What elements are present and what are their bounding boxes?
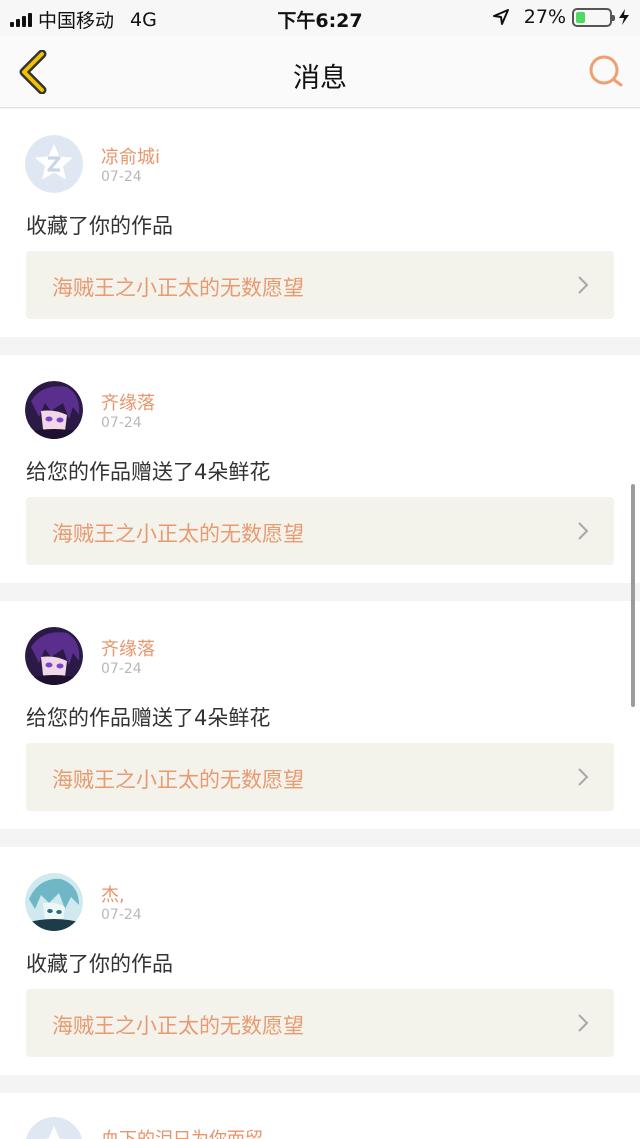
avatar[interactable] <box>25 627 83 685</box>
message-card: 齐缘落 07-24 给您的作品赠送了4朵鲜花 海贼王之小正太的无数愿望 <box>0 601 640 829</box>
status-bar: 中国移动 4G 下午6:27 27% <box>0 0 640 36</box>
default-avatar-icon <box>25 135 83 193</box>
chevron-right-icon <box>578 522 589 540</box>
work-title: 海贼王之小正太的无数愿望 <box>52 276 304 300</box>
message-text: 给您的作品赠送了4朵鲜花 <box>26 460 271 484</box>
username[interactable]: 杰, <box>101 881 125 907</box>
message-card: 血下的泪只为你而留 <box>0 1093 640 1139</box>
anime-avatar-icon <box>25 381 83 439</box>
anime-avatar-icon <box>25 627 83 685</box>
page-title: 消息 <box>293 63 347 94</box>
avatar[interactable] <box>25 1117 83 1139</box>
message-card: 凉俞城i 07-24 收藏了你的作品 海贼王之小正太的无数愿望 <box>0 109 640 337</box>
work-link[interactable]: 海贼王之小正太的无数愿望 <box>26 743 614 811</box>
battery-percent: 27% <box>523 6 566 28</box>
work-link[interactable]: 海贼王之小正太的无数愿望 <box>26 989 614 1057</box>
message-date: 07-24 <box>101 907 142 923</box>
username[interactable]: 血下的泪只为你而留 <box>101 1125 263 1139</box>
default-avatar-icon <box>25 1117 83 1139</box>
scrollbar[interactable] <box>631 484 635 707</box>
message-card: 齐缘落 07-24 给您的作品赠送了4朵鲜花 海贼王之小正太的无数愿望 <box>0 355 640 583</box>
chevron-right-icon <box>578 1014 589 1032</box>
message-text: 收藏了你的作品 <box>26 214 173 238</box>
location-arrow-icon <box>492 9 509 25</box>
message-card: 杰, 07-24 收藏了你的作品 海贼王之小正太的无数愿望 <box>0 847 640 1075</box>
message-text: 给您的作品赠送了4朵鲜花 <box>26 706 271 730</box>
search-icon[interactable] <box>586 52 626 92</box>
username[interactable]: 齐缘落 <box>101 389 155 415</box>
avatar[interactable] <box>25 135 83 193</box>
username[interactable]: 凉俞城i <box>101 143 160 169</box>
message-text: 收藏了你的作品 <box>26 952 173 976</box>
work-title: 海贼王之小正太的无数愿望 <box>52 1014 304 1038</box>
work-link[interactable]: 海贼王之小正太的无数愿望 <box>26 497 614 565</box>
avatar[interactable] <box>25 381 83 439</box>
message-date: 07-24 <box>101 661 142 677</box>
message-list: 凉俞城i 07-24 收藏了你的作品 海贼王之小正太的无数愿望 齐缘落 07-2… <box>0 109 640 1139</box>
anime-avatar-icon <box>25 873 83 931</box>
chevron-right-icon <box>578 768 589 786</box>
charging-bolt-icon <box>619 9 629 25</box>
work-title: 海贼王之小正太的无数愿望 <box>52 522 304 546</box>
avatar[interactable] <box>25 873 83 931</box>
message-date: 07-24 <box>101 169 142 185</box>
nav-bar: 消息 <box>0 36 640 108</box>
work-title: 海贼王之小正太的无数愿望 <box>52 768 304 792</box>
message-date: 07-24 <box>101 415 142 431</box>
username[interactable]: 齐缘落 <box>101 635 155 661</box>
battery-icon <box>572 7 615 27</box>
work-link[interactable]: 海贼王之小正太的无数愿望 <box>26 251 614 319</box>
chevron-right-icon <box>578 276 589 294</box>
